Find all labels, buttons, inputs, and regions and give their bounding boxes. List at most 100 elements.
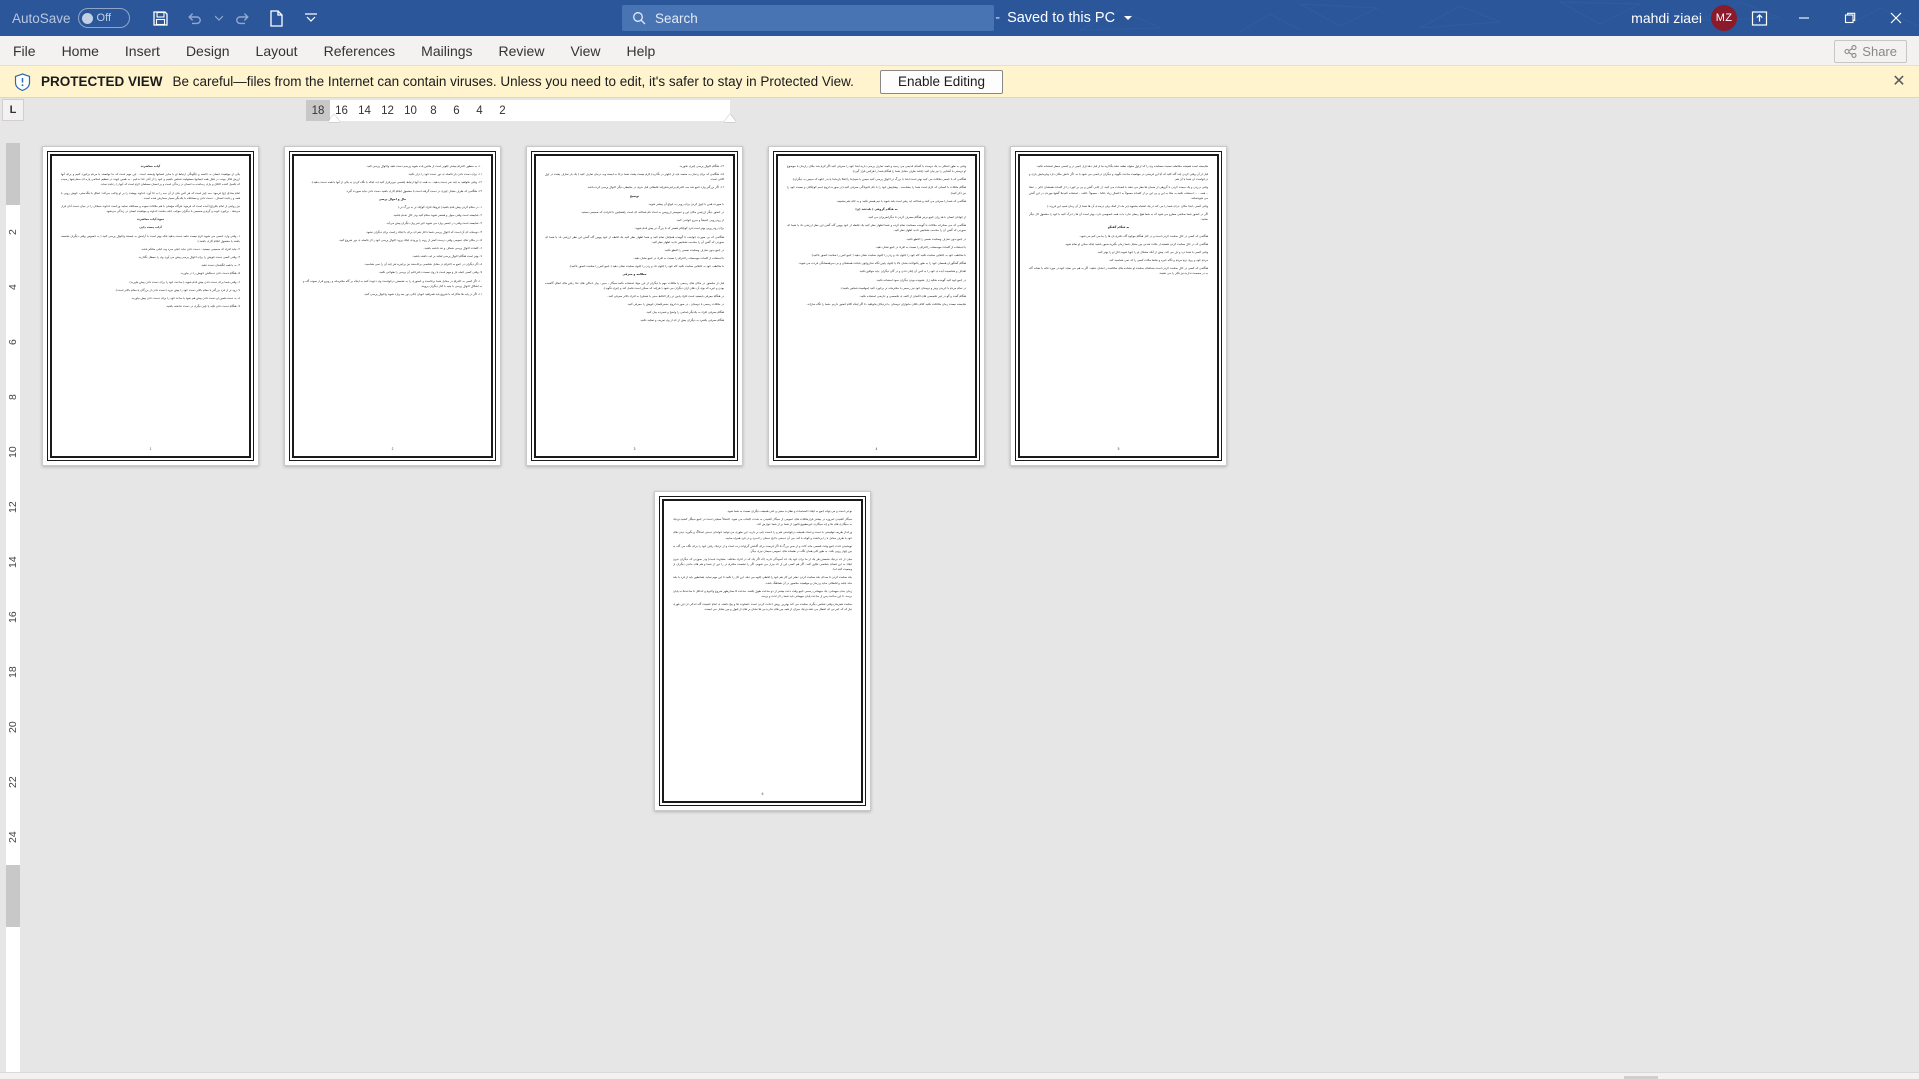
- share-button[interactable]: Share: [1834, 40, 1907, 63]
- share-label: Share: [1862, 44, 1897, 59]
- page-scroll-region[interactable]: آداب معاشرت یکی از موقعیت انسان به جامعه …: [26, 123, 1919, 1072]
- tab-home[interactable]: Home: [49, 36, 112, 66]
- tab-insert[interactable]: Insert: [112, 36, 173, 66]
- page-paragraph: ۱۵- هنگامی که برای زدمان به مقصد باید از…: [545, 172, 724, 182]
- search-bar[interactable]: Search: [622, 5, 994, 31]
- ruler-tick-6: 6: [453, 104, 460, 117]
- restore-button[interactable]: [1827, 0, 1873, 36]
- page-paragraph: هنگام گفت و گو در غیر تخصصی های اکتمان ا…: [859, 293, 966, 298]
- vertical-ruler-wrap: 2 4 6 8 10 12 14 16 18 20 22 24: [0, 123, 26, 1072]
- ruler-tick-14: 14: [358, 104, 371, 117]
- search-placeholder: Search: [655, 10, 698, 26]
- page-paragraph: ۶- وقتی شما برای دست دادن پیش قدم شوید.(…: [129, 279, 241, 284]
- close-banner-icon[interactable]: ✕: [1889, 72, 1909, 92]
- document-page[interactable]: ۱۴- هنگام احوال پرسی چیزی نخورید. ۱۵- هنگ…: [526, 146, 743, 466]
- page-border: ۱۰- به منظور احترام بیشتر جلوتر است از م…: [289, 151, 496, 461]
- page-paragraph: ۷- بهتر است هنگام احوال پرسی لبخند بر لب…: [412, 254, 482, 259]
- vertical-ruler-tick-18: 18: [7, 666, 19, 679]
- page-paragraph: قبل از محضور در مکان های رسمی یا ملاقات …: [545, 280, 724, 290]
- undo-dropdown-icon[interactable]: [212, 3, 226, 33]
- vertical-ruler-tick-8: 8: [7, 394, 19, 401]
- customize-quick-access-icon[interactable]: [294, 3, 328, 33]
- tab-stop-selector-button[interactable]: L: [2, 99, 24, 121]
- page-paragraph: اگر در حضور شما صحبتی مطرح می شود که به …: [1029, 212, 1208, 222]
- vertical-ruler-tick-20: 20: [7, 721, 19, 734]
- protected-view-badge: PROTECTED VIEW: [41, 74, 163, 89]
- title-separator-2: -: [995, 10, 1001, 26]
- tab-mailings[interactable]: Mailings: [408, 36, 485, 66]
- tab-view[interactable]: View: [557, 36, 613, 66]
- page-border: آداب معاشرت یکی از موقعیت انسان به جامعه …: [47, 151, 254, 461]
- page-paragraph: با مخاطب خود به جاهایی صحبت نکنید کاه خو…: [569, 264, 724, 269]
- search-icon: [633, 12, 646, 25]
- vertical-ruler-top-margin: [6, 143, 20, 205]
- tab-design[interactable]: Design: [173, 36, 243, 66]
- page-paragraph: در جمع خود کنید گوینده شکید ژار ,شنونده …: [876, 277, 966, 282]
- page-text-body: نوعی است و می تواند جمع به ایجاد احساسات…: [673, 509, 852, 785]
- right-indent-marker[interactable]: [724, 114, 736, 122]
- close-button[interactable]: [1873, 0, 1919, 36]
- page-heading: مطالعه و معرفی: [622, 272, 647, 277]
- page-heading: به هنگام گروهی ( بلندشد (ن): [855, 206, 898, 211]
- enable-editing-button[interactable]: Enable Editing: [879, 69, 1004, 94]
- page-paragraph: وقتی به طور اتفاقی به یک دوست یا آشنای ق…: [787, 164, 966, 174]
- page-paragraph: میان از حد نزدیک نشستن:هر یک از ما برای …: [673, 557, 852, 572]
- focus-button[interactable]: Focus: [1513, 1076, 1590, 1079]
- page-paragraph: نوعی است و می تواند جمع به ایجاد احساسات…: [726, 509, 852, 513]
- page-paragraph: ۸- به دست همین او دست دادن پیش هم نفوذ ی…: [131, 295, 240, 300]
- undo-icon[interactable]: [178, 3, 212, 33]
- ribbon-display-options-icon[interactable]: [1737, 0, 1781, 36]
- page-paragraph: ۱۳- هنگامی که ظرف مقابل چیزی در دست گرفت…: [345, 188, 482, 193]
- minimize-button[interactable]: [1781, 0, 1827, 36]
- ruler-tick-8: 8: [430, 104, 437, 117]
- page-paragraph: در تمام مردم با خریدن ونیز و دوستان خود …: [840, 285, 966, 290]
- tab-file[interactable]: File: [0, 36, 49, 66]
- vertical-ruler-tick-14: 14: [7, 556, 19, 569]
- document-page[interactable]: ۱۰- به منظور احترام بیشتر جلوتر است از م…: [284, 146, 501, 466]
- avatar[interactable]: MZ: [1711, 5, 1737, 31]
- display-settings-button[interactable]: Display Settings: [1378, 1076, 1513, 1079]
- tab-help[interactable]: Help: [614, 36, 669, 66]
- status-bar: Page 2 of 7 2531 words Display Settings …: [0, 1072, 1919, 1079]
- page-number-footer: 3: [633, 447, 636, 451]
- redo-icon[interactable]: [226, 3, 260, 33]
- save-icon[interactable]: [144, 3, 178, 33]
- page-paragraph: هنگام معرفی یکنفرد به دیگران بیش از حد ا…: [639, 318, 724, 323]
- tab-review[interactable]: Review: [486, 36, 558, 66]
- page-paragraph: در جمع بدون تعارف وصحبت نفسی را اقطع نکن…: [664, 247, 724, 252]
- first-line-indent-marker[interactable]: [328, 114, 340, 122]
- page-paragraph: مردم خود و روی نرم مردم و نگاه خیره و نق…: [1108, 258, 1208, 263]
- vertical-ruler[interactable]: 2 4 6 8 10 12 14 16 18 20 22 24: [6, 143, 20, 1072]
- document-page[interactable]: وقتی به طور اتفاقی به یک دوست یا آشنای ق…: [768, 146, 985, 466]
- title-bar-right: mahdi ziaei MZ: [1631, 0, 1919, 36]
- page-paragraph: زمان بندی میهمانی: یک میهمانی رسمی جمع و…: [673, 588, 852, 598]
- document-page[interactable]: نوعی است و می تواند جمع به ایجاد احساسات…: [654, 491, 871, 811]
- page-text-body: ۱۴- هنگام احوال پرسی چیزی نخورید. ۱۵- هنگ…: [545, 164, 724, 440]
- document-page[interactable]: آداب معاشرت یکی از موقعیت انسان به جامعه …: [42, 146, 259, 466]
- page-paragraph: هنگام معرفی افراد به یکدیگر,اسامی را واض…: [645, 310, 724, 315]
- page-text-body: وقتی به طور اتفاقی به یک دوست یا آشنای ق…: [787, 164, 966, 440]
- autosave-knob: [81, 12, 93, 24]
- page-number-footer: 5: [1117, 447, 1120, 451]
- page-paragraph: ۲- شایسته است وقتی سوار و همنفر شوید سلا…: [392, 213, 482, 218]
- horizontal-ruler[interactable]: 18 16 14 12 10 8 6 4 2: [306, 100, 730, 121]
- page-paragraph: امام صادق (ع) فرمود: سه چیز است که هر کس…: [61, 190, 240, 200]
- web-layout-button[interactable]: [1658, 1076, 1692, 1079]
- new-doc-icon[interactable]: [260, 3, 294, 33]
- document-page[interactable]: شایسته است همیشه مخاطب نسبت مصحبت وی را …: [1010, 146, 1227, 466]
- page-paragraph: هنگامی که کسی در حال صحبت کردن است بتماش…: [1029, 266, 1208, 276]
- tab-layout[interactable]: Layout: [243, 36, 311, 66]
- ribbon-tabs: File Home Insert Design Layout Reference…: [0, 36, 1919, 66]
- page-paragraph: در جمع بدون تعارف وصحبت نفسی را اقطع نکن…: [906, 236, 966, 241]
- ruler-margin-left: 18: [306, 100, 330, 121]
- user-name[interactable]: mahdi ziaei: [1631, 10, 1702, 26]
- page-paragraph: نیز روایتی از امام باقر(ع) آمده است که ف…: [61, 203, 240, 213]
- page-paragraph: وقتی کسی با شما درد و دل می کند, پیش از …: [1097, 249, 1208, 254]
- shield-alert-icon: [14, 72, 31, 91]
- tab-references[interactable]: References: [311, 36, 409, 66]
- autosave-toggle[interactable]: Off: [77, 8, 130, 28]
- read-mode-button[interactable]: [1590, 1076, 1624, 1079]
- title-dropdown-icon[interactable]: [1124, 16, 1133, 20]
- page-paragraph: ۱- در سلام کردن پیش قدم باشید( ابروها، ا…: [398, 204, 482, 209]
- print-layout-button[interactable]: [1624, 1075, 1659, 1079]
